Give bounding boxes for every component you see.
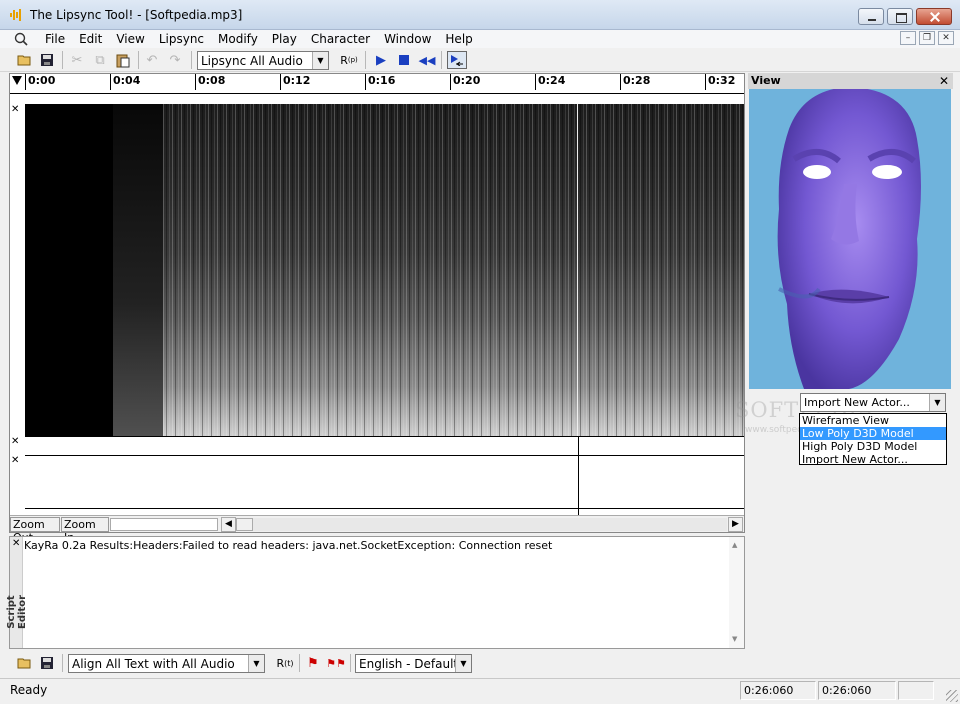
ruler-tick: 0:20 (450, 74, 480, 90)
horizontal-scrollbar[interactable] (253, 518, 727, 531)
menu-view[interactable]: View (109, 31, 151, 47)
menu-edit[interactable]: Edit (72, 31, 109, 47)
ruler-tick: 0:04 (110, 74, 140, 90)
status-cell-empty (898, 681, 934, 700)
chevron-down-icon: ▼ (455, 655, 471, 672)
paste-icon[interactable] (114, 51, 132, 69)
save-disk-icon[interactable] (38, 51, 56, 69)
mdi-minimize-button[interactable]: – (900, 31, 916, 45)
menu-bar: File Edit View Lipsync Modify Play Chara… (0, 30, 960, 48)
ruler-tick: 0:16 (365, 74, 395, 90)
actor-option-wireframe[interactable]: Wireframe View (800, 414, 946, 427)
menu-file[interactable]: File (38, 31, 72, 47)
scroll-right-arrow-icon[interactable]: ▶ (728, 517, 743, 532)
audio-select[interactable]: Lipsync All Audio ▼ (197, 51, 329, 70)
zoom-bar: Zoom Out Zoom In ◀ ▶ (10, 515, 744, 544)
actor-face-render (777, 89, 921, 389)
menu-help[interactable]: Help (438, 31, 479, 47)
timeline-panel: 0:00 0:04 0:08 0:12 0:16 0:20 0:24 0:28 … (9, 73, 745, 544)
ruler-tick: 0:12 (280, 74, 310, 90)
scroll-up-arrow-icon[interactable]: ▲ (732, 541, 737, 549)
zoom-out-button[interactable]: Zoom Out (10, 517, 60, 544)
copy-icon[interactable]: ⧉ (91, 51, 109, 69)
run-recognition-icon[interactable]: R (p) (338, 51, 360, 69)
run-text-recognition-icon[interactable]: R (t) (274, 654, 296, 672)
menu-lipsync[interactable]: Lipsync (152, 31, 211, 47)
main-toolbar: ✂ ⧉ ↶ ↷ Lipsync All Audio ▼ R (p) ▶ ◀◀ (0, 48, 960, 72)
ruler-tick: 0:24 (535, 74, 565, 90)
view-panel: View ✕ (748, 73, 953, 393)
menu-play[interactable]: Play (265, 31, 304, 47)
script-editor-label: Script Editor (6, 595, 28, 629)
script-toolbar: Align All Text with All Audio ▼ R (t) ⚑ ⚑… (0, 651, 960, 677)
zoom-level-slider[interactable] (110, 518, 218, 531)
phoneme-track-close-icon[interactable]: ✕ (11, 436, 19, 447)
playhead-marker-icon[interactable] (12, 76, 22, 85)
minimize-button[interactable] (858, 8, 884, 25)
stop-icon[interactable] (395, 51, 413, 69)
time-ruler[interactable]: 0:00 0:04 0:08 0:12 0:16 0:20 0:24 0:28 … (10, 74, 744, 94)
open-folder-icon[interactable] (16, 51, 34, 69)
resize-grip-icon[interactable] (946, 690, 958, 702)
status-bar: Ready 0:26:060 0:26:060 (0, 678, 960, 704)
word-track-close-icon[interactable]: ✕ (11, 455, 19, 466)
ruler-tick: 0:08 (195, 74, 225, 90)
flag-range-icon[interactable]: ⚑⚑ (326, 654, 346, 672)
scroll-left-arrow-icon[interactable]: ◀ (221, 517, 236, 532)
loop-play-icon[interactable] (447, 51, 467, 69)
play-icon[interactable]: ▶ (372, 51, 390, 69)
menu-modify[interactable]: Modify (211, 31, 265, 47)
3d-actor-viewport[interactable] (749, 89, 951, 389)
actor-select[interactable]: Import New Actor... ▼ (800, 393, 946, 412)
actor-option-low-poly[interactable]: Low Poly D3D Model (800, 427, 946, 440)
language-select[interactable]: English - Default ▼ (355, 654, 472, 673)
menu-character[interactable]: Character (304, 31, 377, 47)
title-bar: The Lipsync Tool! - [Softpedia.mp3] (0, 0, 960, 30)
audio-spectrogram[interactable] (25, 104, 744, 436)
actor-option-import[interactable]: Import New Actor... (800, 453, 946, 466)
mdi-restore-button[interactable]: ❐ (919, 31, 935, 45)
mdi-close-button[interactable]: ✕ (938, 31, 954, 45)
playback-cursor (578, 436, 579, 515)
script-editor-sidebar: ✕ Script Editor (6, 537, 28, 648)
view-title-text: View (751, 74, 781, 87)
chevron-down-icon: ▼ (248, 655, 264, 672)
status-time-selection: 0:26:060 (818, 681, 896, 700)
script-editor-panel: ✕ Script Editor KayRa 0.2a Results:Heade… (6, 536, 745, 649)
align-mode-select[interactable]: Align All Text with All Audio ▼ (68, 654, 265, 673)
status-time-current: 0:26:060 (740, 681, 816, 700)
maximize-button[interactable] (887, 8, 913, 25)
actor-option-high-poly[interactable]: High Poly D3D Model (800, 440, 946, 453)
ruler-tick: 0:28 (620, 74, 650, 90)
ruler-tick: 0:32 (705, 74, 735, 90)
flag-icon[interactable]: ⚑ (304, 654, 322, 672)
redo-icon[interactable]: ↷ (166, 51, 184, 69)
app-waveform-icon (10, 9, 21, 21)
window-title: The Lipsync Tool! - [Softpedia.mp3] (30, 8, 243, 22)
script-editor-close-icon[interactable]: ✕ (12, 538, 20, 549)
status-text: Ready (10, 683, 48, 697)
open-script-icon[interactable] (16, 654, 34, 672)
search-icon[interactable] (14, 32, 28, 46)
scroll-thumb[interactable] (236, 518, 253, 531)
ruler-tick: 0:00 (25, 74, 55, 90)
chevron-down-icon: ▼ (312, 52, 328, 69)
view-panel-title: View ✕ (748, 73, 953, 89)
save-script-icon[interactable] (38, 654, 56, 672)
view-close-icon[interactable]: ✕ (939, 73, 949, 89)
menu-window[interactable]: Window (377, 31, 438, 47)
undo-icon[interactable]: ↶ (143, 51, 161, 69)
cut-icon[interactable]: ✂ (68, 51, 86, 69)
scroll-down-arrow-icon[interactable]: ▼ (732, 635, 737, 643)
close-button[interactable] (916, 8, 952, 25)
spectrogram-close-icon[interactable]: ✕ (11, 104, 19, 115)
chevron-down-icon: ▼ (929, 394, 945, 411)
rewind-icon[interactable]: ◀◀ (418, 51, 436, 69)
actor-dropdown-list: Wireframe View Low Poly D3D Model High P… (799, 413, 947, 466)
script-vertical-scrollbar[interactable]: ▲ ▼ (729, 537, 744, 648)
zoom-in-button[interactable]: Zoom In (61, 517, 109, 544)
script-output-text[interactable]: KayRa 0.2a Results:Headers:Failed to rea… (24, 539, 552, 552)
